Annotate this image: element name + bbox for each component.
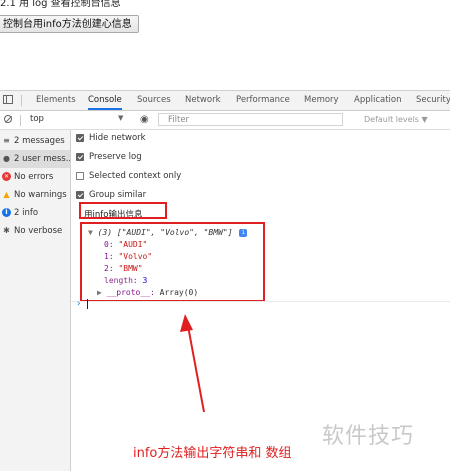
selected-context-checkbox[interactable] <box>76 172 84 180</box>
tab-sources[interactable]: Sources <box>137 91 171 110</box>
toolbar-divider <box>20 115 21 126</box>
selected-context-label: Selected context only <box>89 171 182 181</box>
devtools-tabbar: Elements Console Sources Network Perform… <box>0 91 450 111</box>
console-toolbar: top ▼ ◉ Filter Default levels ▼ <box>0 111 450 130</box>
sidebar-item-user-messages[interactable]: ● 2 user mess... <box>0 150 70 168</box>
hide-network-label: Hide network <box>89 133 146 143</box>
tabbar-divider <box>21 95 22 106</box>
sidebar-item-label: No verbose <box>14 226 63 236</box>
list-icon: ≡ <box>3 136 10 145</box>
eye-icon[interactable]: ◉ <box>140 114 149 125</box>
prompt-caret-icon: › <box>77 299 81 309</box>
sidebar-item-messages[interactable]: ≡ 2 messages <box>0 132 70 150</box>
warning-icon: ▲ <box>3 190 10 199</box>
tab-memory[interactable]: Memory <box>304 91 339 110</box>
dock-side-icon[interactable] <box>3 95 13 104</box>
preserve-log-checkbox[interactable] <box>76 153 84 161</box>
verbose-icon: ✱ <box>3 226 10 235</box>
create-info-button[interactable]: 控制台用info方法创建心信息 <box>0 15 139 33</box>
watermark-text: 软件技巧 <box>322 424 415 449</box>
context-selector[interactable]: top <box>30 114 44 124</box>
chevron-down-icon[interactable]: ▼ <box>118 114 123 122</box>
preserve-log-label: Preserve log <box>89 152 142 162</box>
tab-application[interactable]: Application <box>354 91 402 110</box>
tab-network[interactable]: Network <box>185 91 221 110</box>
sidebar-item-warnings[interactable]: ▲ No warnings <box>0 186 70 204</box>
tab-elements[interactable]: Elements <box>36 91 76 110</box>
sidebar-item-label: 2 user mess... <box>14 154 70 164</box>
tab-security[interactable]: Security <box>416 91 450 110</box>
log-levels-dropdown[interactable]: Default levels ▼ <box>364 115 428 124</box>
user-icon: ● <box>3 154 10 163</box>
page-heading-fragment: 2.1 用 log 查看控制台信息 <box>0 0 121 9</box>
sidebar-item-label: 2 info <box>14 208 39 218</box>
sidebar-item-label: No errors <box>14 172 54 182</box>
console-input[interactable] <box>87 299 88 309</box>
info-icon: i <box>2 208 11 217</box>
console-divider <box>71 301 450 302</box>
group-similar-checkbox[interactable] <box>76 191 84 199</box>
hide-network-checkbox[interactable] <box>76 134 84 142</box>
sidebar-item-verbose[interactable]: ✱ No verbose <box>0 222 70 240</box>
highlight-box-message <box>79 202 167 219</box>
annotation-caption: info方法输出字符串和 数组 <box>133 446 292 461</box>
devtools-panel: Elements Console Sources Network Perform… <box>0 90 450 471</box>
clear-console-icon[interactable] <box>4 115 12 123</box>
highlight-box-array <box>80 222 265 302</box>
tab-performance[interactable]: Performance <box>236 91 290 110</box>
error-icon: ✕ <box>2 172 11 181</box>
group-similar-label: Group similar <box>89 190 147 200</box>
sidebar-item-errors[interactable]: ✕ No errors <box>0 168 70 186</box>
console-sidebar: ≡ 2 messages ● 2 user mess... ✕ No error… <box>0 130 71 471</box>
sidebar-item-label: 2 messages <box>14 136 65 146</box>
filter-placeholder: Filter <box>168 115 190 125</box>
tab-console[interactable]: Console <box>88 91 122 110</box>
sidebar-item-label: No warnings <box>14 190 67 200</box>
sidebar-item-info[interactable]: i 2 info <box>0 204 70 222</box>
